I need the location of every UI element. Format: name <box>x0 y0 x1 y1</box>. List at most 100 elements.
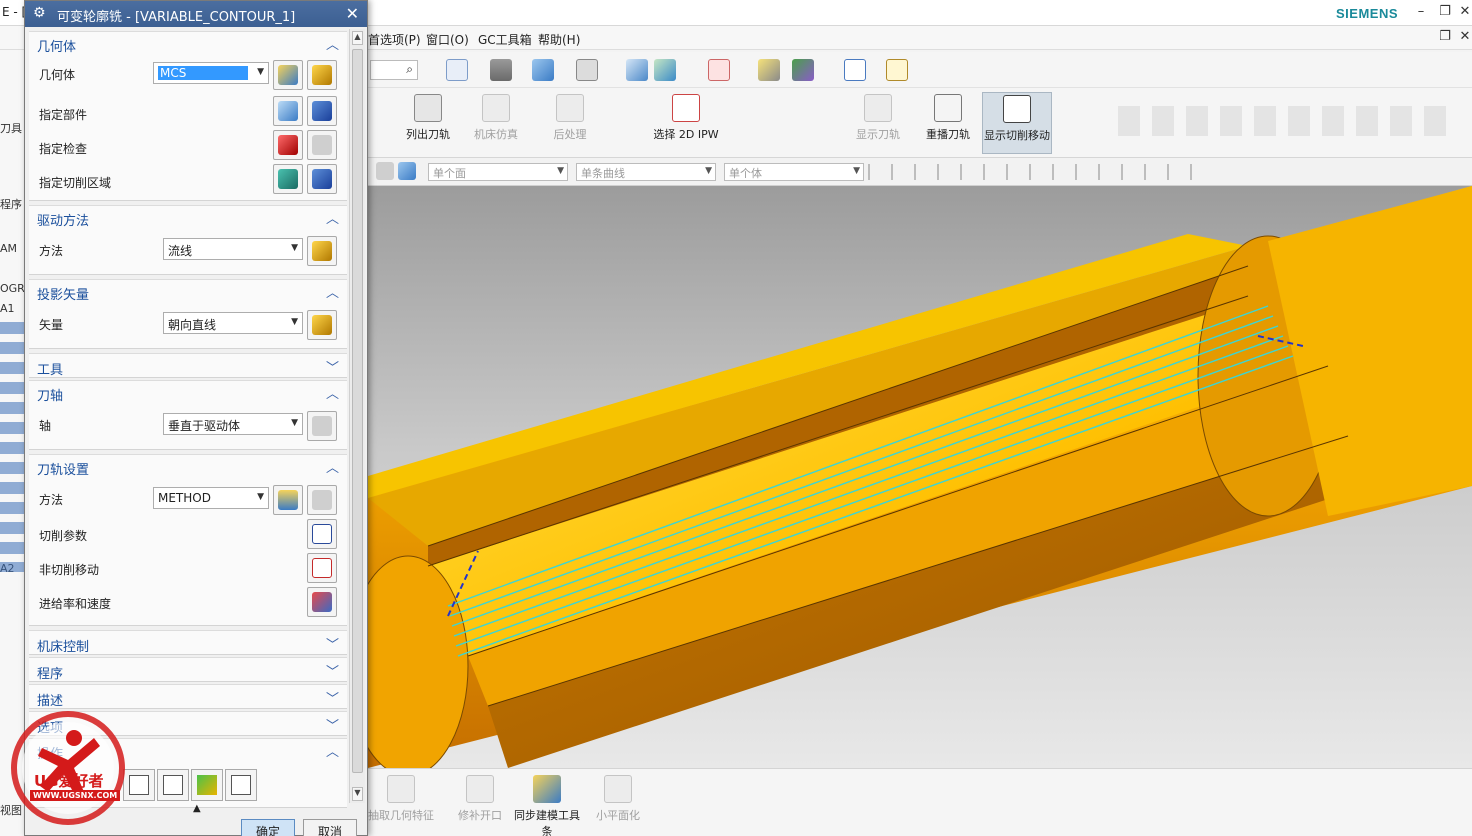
check-geometry-icon <box>278 135 298 155</box>
group-machine-control[interactable]: 机床控制 ﹀ <box>29 630 347 655</box>
expand-arrow-icon[interactable]: ▲ <box>193 803 201 814</box>
new-method-button[interactable] <box>273 485 303 515</box>
doc-restore-icon[interactable]: ❐ <box>1436 29 1454 44</box>
list-button[interactable] <box>225 769 257 801</box>
show-part-button[interactable] <box>307 96 337 126</box>
shaded-view-icon[interactable] <box>532 59 554 81</box>
watermark-text: UG爱好者 <box>34 772 104 790</box>
list-toolpath-button[interactable]: 列出刀轨 <box>392 92 464 154</box>
close-icon[interactable]: ✕ <box>346 4 359 23</box>
show-cut-motion-button[interactable]: 显示切削移动 <box>982 92 1052 154</box>
show-check-button[interactable] <box>307 130 337 160</box>
patch-opening-button[interactable]: 修补开口 <box>444 773 516 835</box>
feeds-speeds-label: 进给率和速度 <box>39 597 112 611</box>
edit-vector-button[interactable] <box>307 310 337 340</box>
body-filter-value: 单个体 <box>729 167 762 180</box>
background-icon[interactable] <box>576 59 598 81</box>
dialog-titlebar[interactable]: ⚙ 可变轮廓铣 - [VARIABLE_CONTOUR_1] ✕ <box>25 1 367 27</box>
select-icon-2[interactable] <box>398 162 416 180</box>
curve-filter-combo[interactable]: 单条曲线 ▼ <box>576 163 716 181</box>
new-geometry-button[interactable] <box>273 60 303 90</box>
menu-window[interactable]: 窗口(O) <box>426 31 469 48</box>
wcs-icon[interactable] <box>626 59 648 81</box>
snap-icon[interactable] <box>708 59 730 81</box>
verify-button[interactable] <box>191 769 223 801</box>
tool-icon[interactable] <box>758 59 780 81</box>
chevron-up-icon: ︿ <box>325 461 339 476</box>
geometry-select[interactable]: MCS ▼ <box>153 62 269 84</box>
postprocess-label: 后处理 <box>553 128 587 141</box>
nav-item-am[interactable]: AM <box>0 242 17 255</box>
dialog-scrollbar[interactable]: ▲ ▼ <box>349 29 365 803</box>
nav-item-ogr[interactable]: OGR <box>0 282 25 295</box>
grid-icon[interactable] <box>844 59 866 81</box>
axis-select[interactable]: 垂直于驱动体 ▼ <box>163 413 303 435</box>
group-path-settings-header[interactable]: 刀轨设置 ︿ <box>29 455 347 478</box>
vector-label: 矢量 <box>39 318 64 332</box>
restore-icon[interactable]: ❐ <box>1436 4 1454 19</box>
nav-item-a1[interactable]: A1 <box>0 302 15 315</box>
search-box[interactable]: ⌕ <box>370 60 418 80</box>
toolbar-standard: ⌕ <box>368 52 1472 88</box>
cancel-button[interactable]: 取消 <box>303 819 357 836</box>
new-method-icon <box>278 490 298 510</box>
postprocess-button[interactable]: 后处理 <box>534 92 606 154</box>
show-cut-area-button[interactable] <box>307 164 337 194</box>
patch-opening-label: 修补开口 <box>458 809 502 822</box>
graphics-viewport[interactable] <box>368 186 1472 768</box>
replay-button[interactable] <box>157 769 189 801</box>
edit-axis-button[interactable] <box>307 411 337 441</box>
group-program[interactable]: 程序 ﹀ <box>29 657 347 682</box>
scroll-thumb[interactable] <box>352 49 363 773</box>
group-tool[interactable]: 工具 ﹀ <box>29 353 347 378</box>
group-geometry: 几何体 ︿ 几何体 MCS ▼ 指定部件 指定检查 指定切削区域 <box>29 31 347 201</box>
scroll-down-icon[interactable]: ▼ <box>352 787 363 801</box>
render-style-icon[interactable] <box>490 59 512 81</box>
group-drive-header[interactable]: 驱动方法 ︿ <box>29 206 347 229</box>
orient-icon[interactable] <box>654 59 676 81</box>
sync-modeling-button[interactable]: 同步建模工具条 <box>514 773 580 836</box>
facetize-button[interactable]: 小平面化 <box>582 773 654 835</box>
drive-method-select[interactable]: 流线 ▼ <box>163 238 303 260</box>
show-toolpath-button[interactable]: 显示刀轨 <box>842 92 914 154</box>
machine-sim-button[interactable]: 机床仿真 <box>460 92 532 154</box>
group-geometry-header[interactable]: 几何体 ︿ <box>29 32 347 55</box>
group-projection-header[interactable]: 投影矢量 ︿ <box>29 280 347 303</box>
select-2d-ipw-button[interactable]: 选择 2D IPW <box>650 92 722 154</box>
nav-op-icons[interactable] <box>0 322 24 572</box>
menu-gc-toolbox[interactable]: GC工具箱 <box>478 31 532 48</box>
feeds-speeds-button[interactable] <box>307 587 337 617</box>
specify-check-button[interactable] <box>273 130 303 160</box>
doc-close-icon[interactable]: ✕ <box>1456 29 1472 44</box>
edit-method-button[interactable] <box>307 485 337 515</box>
scroll-up-icon[interactable]: ▲ <box>352 31 363 45</box>
body-filter-combo[interactable]: 单个体 ▼ <box>724 163 864 181</box>
edit-drive-button[interactable] <box>307 236 337 266</box>
snap-point-icons[interactable] <box>868 164 1198 180</box>
measure-icon[interactable] <box>886 59 908 81</box>
group-description[interactable]: 描述 ﹀ <box>29 684 347 709</box>
minimize-icon[interactable]: – <box>1412 4 1430 19</box>
edit-geometry-button[interactable] <box>307 60 337 90</box>
non-cut-moves-icon <box>312 558 332 578</box>
vector-select[interactable]: 朝向直线 ▼ <box>163 312 303 334</box>
fit-view-icon[interactable] <box>446 59 468 81</box>
nav-item-program[interactable]: 程序 <box>0 196 22 212</box>
ok-button[interactable]: 确定 <box>241 819 295 836</box>
cut-params-button[interactable] <box>307 519 337 549</box>
close-window-icon[interactable]: ✕ <box>1456 4 1472 19</box>
list-icon <box>231 775 251 795</box>
specify-part-button[interactable] <box>273 96 303 126</box>
replay-toolpath-button[interactable]: 重播刀轨 <box>912 92 984 154</box>
non-cut-moves-button[interactable] <box>307 553 337 583</box>
group-tool-axis-header[interactable]: 刀轴 ︿ <box>29 381 347 404</box>
path-method-select[interactable]: METHOD ▼ <box>153 487 269 509</box>
nav-item-tool[interactable]: 刀具 <box>0 120 22 136</box>
extract-geometry-button[interactable]: 抽取几何特征 <box>368 773 434 835</box>
select-icon-1[interactable] <box>376 162 394 180</box>
specify-cut-area-button[interactable] <box>273 164 303 194</box>
menu-preferences[interactable]: 首选项(P) <box>368 31 421 48</box>
menu-help[interactable]: 帮助(H) <box>538 31 580 48</box>
face-filter-combo[interactable]: 单个面 ▼ <box>428 163 568 181</box>
motion-icon[interactable] <box>792 59 814 81</box>
